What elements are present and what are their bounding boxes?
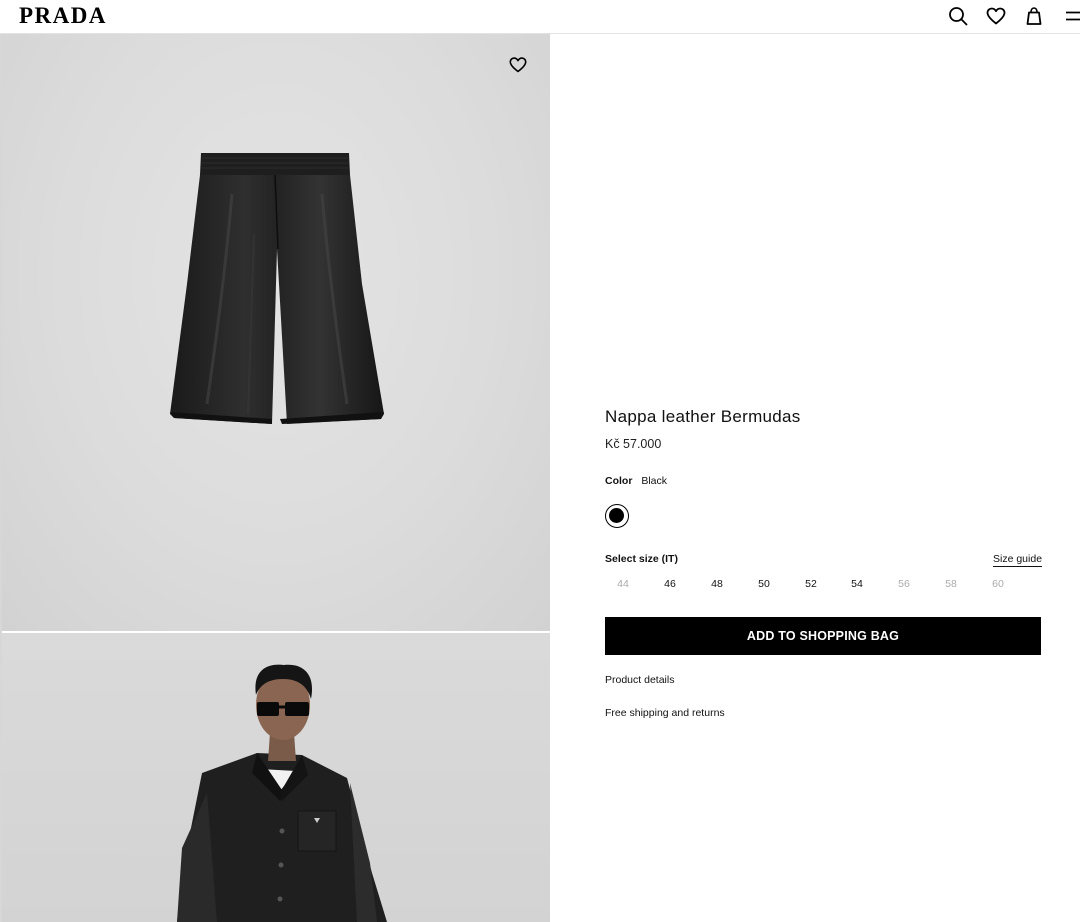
product-title: Nappa leather Bermudas — [605, 407, 801, 426]
product-details-link[interactable]: Product details — [605, 674, 674, 686]
shorts-illustration — [170, 153, 384, 424]
wishlist-heart-icon[interactable] — [508, 55, 528, 75]
color-row: Color Black — [605, 475, 667, 487]
size-selector: 44 46 48 50 52 54 56 58 60 — [605, 578, 1045, 596]
prada-logo[interactable]: PRADA — [19, 3, 107, 29]
search-icon[interactable] — [947, 5, 969, 27]
site-header: PRADA — [0, 0, 1080, 34]
size-option[interactable]: 52 — [793, 578, 829, 590]
add-to-bag-button[interactable]: ADD TO SHOPPING BAG — [605, 617, 1041, 655]
model-illustration — [177, 664, 387, 922]
size-option[interactable]: 58 — [933, 578, 969, 590]
color-label: Color — [605, 475, 633, 487]
size-option[interactable]: 46 — [652, 578, 688, 590]
heart-icon[interactable] — [985, 5, 1007, 27]
menu-icon[interactable] — [1064, 5, 1080, 27]
size-option[interactable]: 56 — [886, 578, 922, 590]
size-option[interactable]: 44 — [605, 578, 641, 590]
product-image-model[interactable] — [2, 633, 550, 922]
size-label: Select size (IT) — [605, 553, 678, 565]
size-option[interactable]: 50 — [746, 578, 782, 590]
size-option[interactable]: 48 — [699, 578, 735, 590]
size-guide-link[interactable]: Size guide — [993, 553, 1043, 567]
product-image-shorts[interactable] — [2, 34, 550, 631]
bag-icon[interactable] — [1023, 5, 1045, 27]
size-option[interactable]: 60 — [980, 578, 1016, 590]
shipping-returns-link[interactable]: Free shipping and returns — [605, 707, 725, 719]
color-swatch-black[interactable] — [605, 504, 629, 528]
color-value: Black — [641, 475, 668, 487]
product-price: Kč 57.000 — [605, 437, 662, 451]
size-option[interactable]: 54 — [839, 578, 875, 590]
